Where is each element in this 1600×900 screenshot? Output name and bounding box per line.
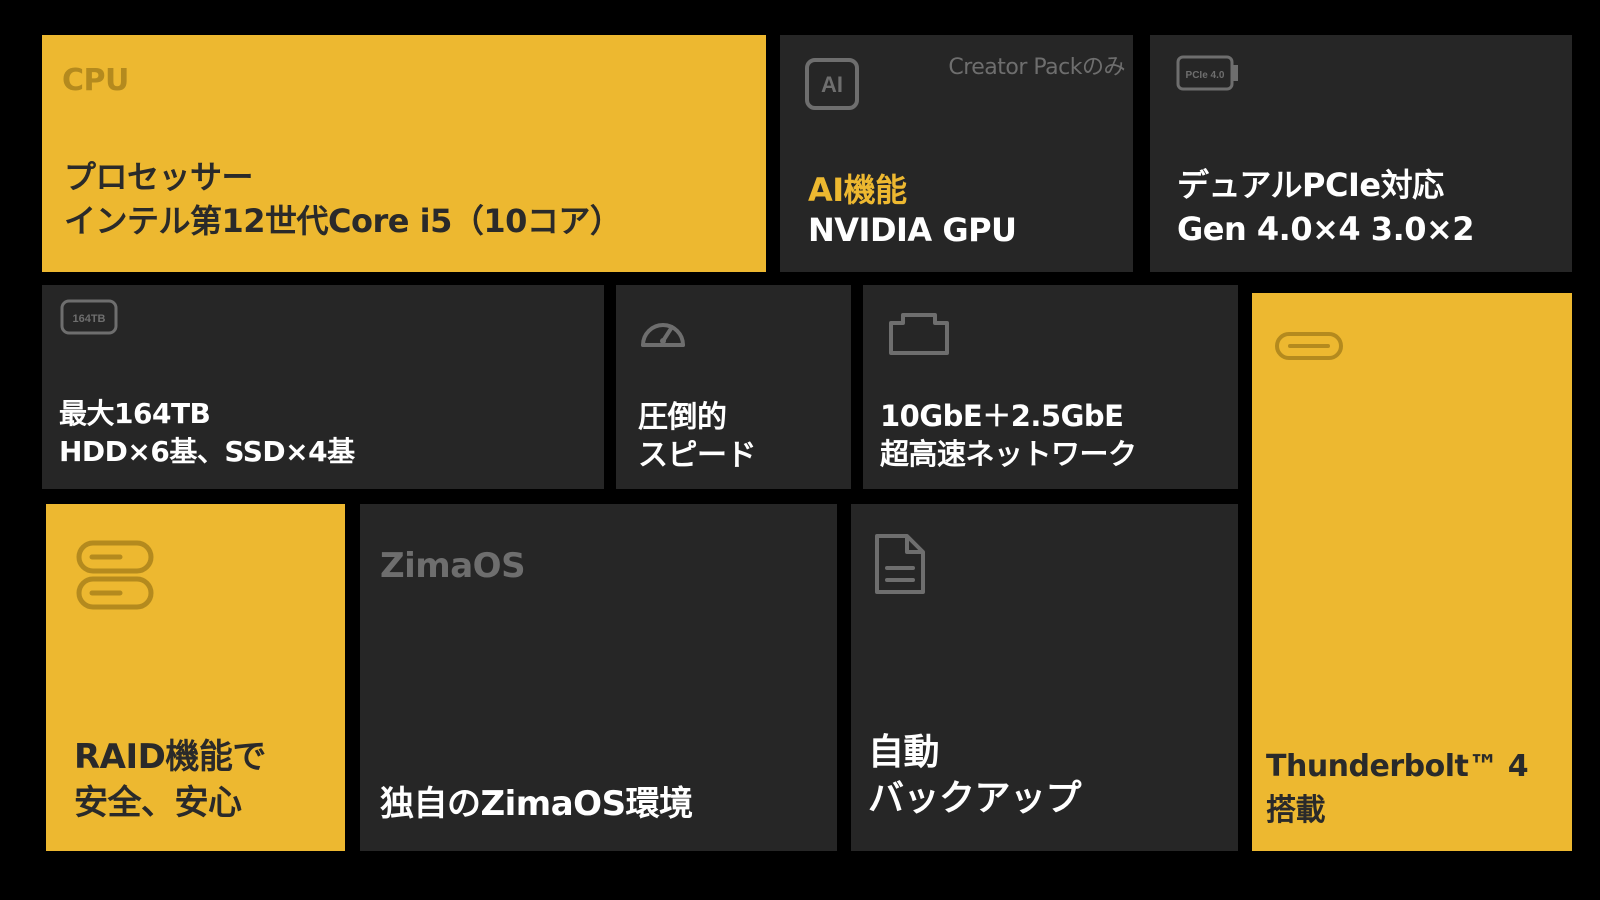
tile-speed: 圧倒的 スピード (616, 285, 851, 489)
raid-line-1: RAID機能で (74, 737, 266, 777)
pcie-line-2: Gen 4.0×4 3.0×2 (1177, 210, 1475, 248)
storage-text: 最大164TB HDD×6基、SSD×4基 (59, 395, 355, 471)
tile-network: 10GbE＋2.5GbE 超高速ネットワーク (863, 285, 1238, 489)
cpu-line-2: インテル第12世代Core i5（10コア） (64, 202, 622, 240)
tile-backup: 自動 バックアップ (851, 504, 1238, 851)
tile-zimaos: ZimaOS 独自のZimaOS環境 (360, 504, 837, 851)
tile-pcie: PCIe 4.0 デュアルPCIe対応 Gen 4.0×4 3.0×2 (1150, 35, 1572, 272)
tile-cpu: CPU プロセッサー インテル第12世代Core i5（10コア） (42, 35, 766, 272)
thunderbolt-line-1: Thunderbolt™ 4 (1266, 749, 1529, 784)
speed-line-2: スピード (638, 438, 757, 473)
thunderbolt-text: Thunderbolt™ 4 搭載 (1266, 745, 1529, 833)
tile-thunderbolt: Thunderbolt™ 4 搭載 (1252, 293, 1572, 851)
drive-icon: 164TB (60, 299, 118, 335)
storage-line-1: 最大164TB (59, 397, 211, 430)
document-icon (875, 534, 925, 594)
zimaos-logo: ZimaOS (380, 546, 526, 586)
raid-line-2: 安全、安心 (74, 783, 242, 823)
pcie-line-1: デュアルPCIe対応 (1177, 166, 1444, 204)
usb-c-port-icon (1275, 332, 1343, 360)
svg-text:PCIe 4.0: PCIe 4.0 (1186, 70, 1225, 81)
ai-badge: Creator Packのみ (948, 55, 1125, 80)
storage-line-2: HDD×6基、SSD×4基 (59, 435, 355, 468)
backup-line-2: バックアップ (868, 778, 1082, 819)
ai-chip-icon: AI (805, 58, 859, 110)
network-line-1: 10GbE＋2.5GbE (880, 399, 1124, 433)
backup-text: 自動 バックアップ (868, 730, 1082, 822)
zimaos-caption: 独自のZimaOS環境 (380, 784, 693, 824)
speed-text: 圧倒的 スピード (638, 399, 757, 475)
cpu-title: プロセッサー インテル第12世代Core i5（10コア） (64, 155, 622, 243)
server-stack-icon (76, 540, 154, 610)
network-text: 10GbE＋2.5GbE 超高速ネットワーク (880, 397, 1137, 473)
cpu-label: CPU (62, 63, 129, 98)
tile-storage: 164TB 最大164TB HDD×6基、SSD×4基 (42, 285, 604, 489)
pcie-text: デュアルPCIe対応 Gen 4.0×4 3.0×2 (1177, 163, 1475, 251)
speed-line-1: 圧倒的 (638, 400, 727, 435)
network-line-2: 超高速ネットワーク (880, 437, 1137, 471)
pcie-card-icon: PCIe 4.0 (1176, 55, 1238, 91)
cpu-line-1: プロセッサー (64, 158, 254, 196)
feature-grid: CPU プロセッサー インテル第12世代Core i5（10コア） AI Cre… (0, 0, 1600, 900)
thunderbolt-line-2: 搭載 (1266, 793, 1326, 828)
svg-text:164TB: 164TB (72, 313, 105, 325)
raid-text: RAID機能で 安全、安心 (74, 734, 266, 826)
backup-line-1: 自動 (868, 732, 940, 773)
tile-raid: RAID機能で 安全、安心 (46, 504, 345, 851)
tile-ai: AI Creator Packのみ AI機能 NVIDIA GPU (780, 35, 1133, 272)
svg-text:AI: AI (821, 72, 843, 97)
ai-title: AI機能 (808, 171, 907, 209)
ethernet-port-icon (889, 313, 949, 355)
speedometer-icon (641, 323, 685, 347)
ai-subtitle: NVIDIA GPU (808, 211, 1017, 249)
